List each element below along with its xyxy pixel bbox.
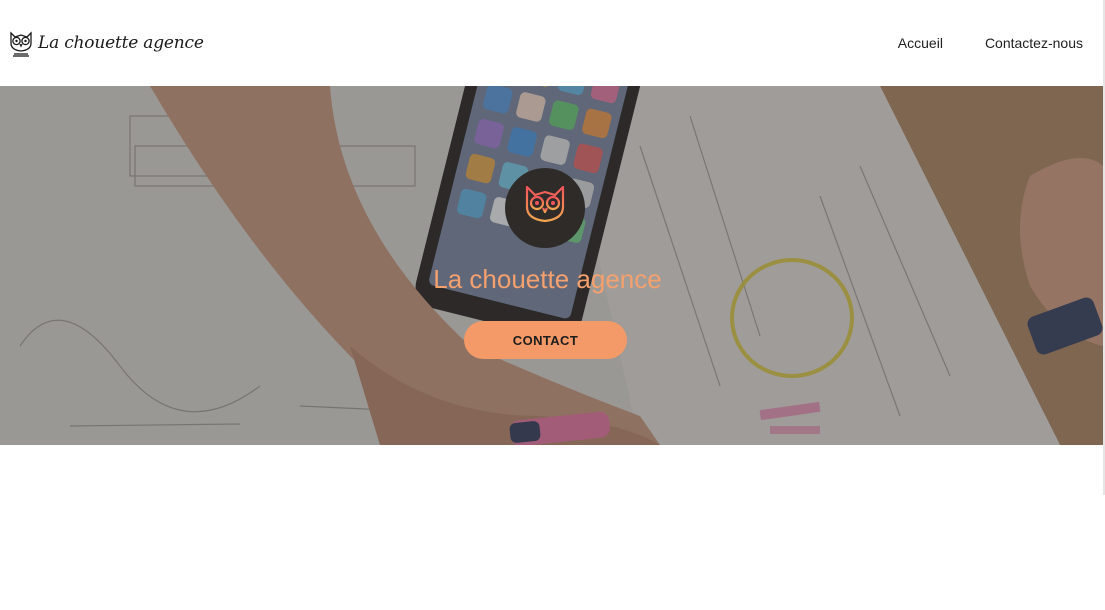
- owl-logo-icon: [10, 31, 32, 57]
- main-nav: Accueil Contactez-nous: [898, 35, 1083, 51]
- page: La chouette agence Accueil Contactez-nou…: [0, 0, 1105, 610]
- hero-logo: [505, 168, 585, 248]
- brand[interactable]: La chouette agence: [8, 29, 204, 57]
- hero-content: La chouette agence CONTACT: [0, 86, 1103, 445]
- site-header: La chouette agence Accueil Contactez-nou…: [0, 0, 1103, 86]
- nav-link-accueil[interactable]: Accueil: [898, 35, 943, 51]
- hero-banner: La chouette agence CONTACT: [0, 86, 1103, 445]
- contact-button[interactable]: CONTACT: [464, 321, 627, 359]
- owl-icon: [525, 185, 565, 232]
- brand-name: La chouette agence: [38, 33, 204, 53]
- hero-title: La chouette agence: [433, 264, 662, 294]
- nav-link-contact[interactable]: Contactez-nous: [985, 35, 1083, 51]
